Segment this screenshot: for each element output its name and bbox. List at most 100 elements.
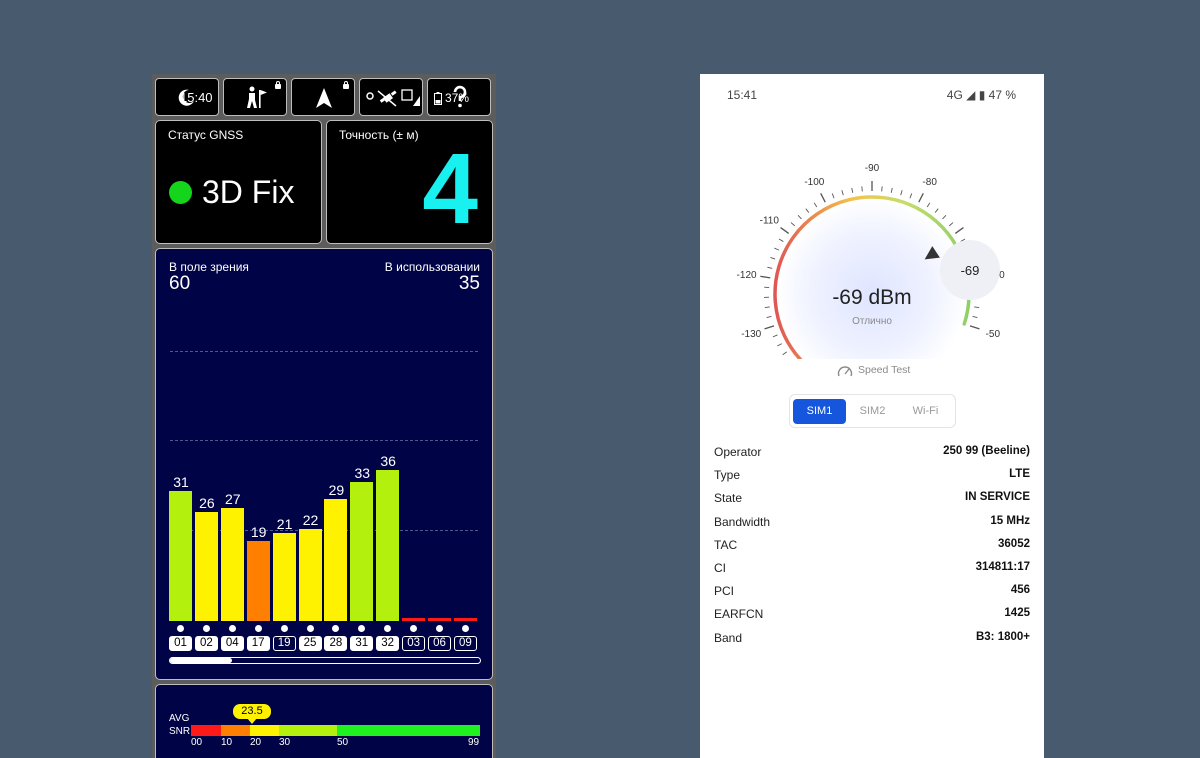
snr-bar bbox=[453, 618, 477, 621]
navigation-button[interactable] bbox=[291, 78, 355, 116]
info-row: Bandwidth 15 MHz bbox=[714, 515, 1030, 533]
satellite-dot bbox=[306, 625, 314, 632]
speedometer-icon bbox=[837, 366, 853, 377]
snr-bar bbox=[428, 618, 451, 621]
snr-bar bbox=[324, 499, 348, 621]
info-key: EARFCN bbox=[714, 607, 764, 622]
satellite-dot bbox=[358, 625, 366, 632]
tab-sim1[interactable]: SIM1 bbox=[793, 399, 846, 424]
snr-bar-label: 31 bbox=[173, 473, 189, 490]
gnss-status-label: Статус GNSS bbox=[168, 128, 244, 142]
snr-scale-orange bbox=[221, 725, 250, 736]
gauge-tick bbox=[805, 208, 810, 213]
battery-icon bbox=[434, 92, 442, 105]
satellite-id[interactable]: 03 bbox=[402, 636, 426, 651]
signal-value: -69 dBm bbox=[832, 286, 911, 309]
gauge-tick bbox=[760, 275, 771, 279]
status-bar-time: 15:41 bbox=[727, 88, 758, 102]
info-value: B3: 1800+ bbox=[975, 630, 1030, 643]
snr-bar bbox=[220, 507, 244, 621]
gauge-tick bbox=[764, 306, 770, 308]
satellite-id[interactable]: 04 bbox=[220, 636, 244, 651]
lock-icon bbox=[343, 81, 349, 89]
signal-quality: Отлично bbox=[852, 316, 892, 327]
satellite-id[interactable]: 06 bbox=[428, 636, 451, 651]
avg-snr-panel[interactable]: AVG SNR 00 10 20 30 50 99 23.5 bbox=[155, 684, 493, 758]
walk-mode-button[interactable] bbox=[223, 78, 287, 116]
satellite-scrollbar[interactable] bbox=[169, 657, 481, 664]
speed-test-link[interactable]: Speed Test bbox=[858, 364, 910, 376]
fix-indicator-dot bbox=[169, 181, 192, 204]
clock-button[interactable]: 15:40 bbox=[155, 78, 219, 116]
info-key: PCI bbox=[714, 584, 735, 599]
gnss-toolbar: 15:40 37% bbox=[155, 78, 493, 116]
sim-tabs: SIM1 SIM2 Wi-Fi bbox=[789, 394, 956, 428]
satellite-dot bbox=[280, 625, 288, 632]
gauge-tick bbox=[948, 222, 954, 227]
accuracy-card[interactable]: Точность (± м) 4 bbox=[326, 120, 493, 244]
satellite-id[interactable]: 25 bbox=[298, 636, 322, 651]
snr-label: SNR bbox=[169, 726, 191, 737]
satellite-dot bbox=[410, 625, 418, 632]
gauge-tick bbox=[969, 325, 980, 330]
info-value: 314811:17 bbox=[975, 561, 1030, 573]
in-use-label: В использовании bbox=[384, 260, 480, 274]
status-bar-indicators: 4G ◢ ▮ 47 % bbox=[946, 88, 1016, 102]
gauge-tick bbox=[934, 208, 939, 213]
satellite-id[interactable]: 17 bbox=[246, 636, 270, 651]
scrollbar-thumb[interactable] bbox=[170, 658, 232, 663]
snr-scale-green bbox=[337, 725, 480, 736]
snr-bar-label: 27 bbox=[225, 490, 241, 507]
snr-bar bbox=[402, 618, 426, 621]
in-view-label: В поле зрения bbox=[169, 260, 249, 274]
satellite-snr-panel[interactable]: В поле зрения 60 В использовании 35 31 01… bbox=[155, 248, 493, 680]
satellite-id[interactable]: 01 bbox=[169, 636, 192, 651]
gauge-scale-label: -110 bbox=[760, 215, 780, 226]
gauge-scale-label: -130 bbox=[741, 329, 761, 340]
info-key: CI bbox=[714, 561, 726, 575]
gauge-badge-value: -69 bbox=[961, 263, 980, 278]
gauge-tick bbox=[974, 306, 980, 308]
tab-sim2[interactable]: SIM2 bbox=[846, 399, 899, 424]
lock-icon bbox=[275, 81, 281, 89]
gauge-tick bbox=[797, 214, 802, 220]
gnss-status-card[interactable]: Статус GNSS 3D Fix bbox=[155, 120, 322, 244]
snr-bar bbox=[169, 490, 192, 621]
snr-bar-label: 22 bbox=[302, 511, 319, 528]
satellite-id[interactable]: 19 bbox=[272, 636, 296, 651]
gauge-tick bbox=[782, 351, 788, 356]
satellite-id[interactable]: 28 bbox=[324, 636, 348, 651]
fix-status-text: 3D Fix bbox=[202, 174, 295, 210]
info-key: TAC bbox=[714, 537, 738, 552]
info-value: 250 99 (Beeline) bbox=[943, 445, 1030, 457]
satellite-id[interactable]: 09 bbox=[453, 636, 477, 651]
signal-app-screen: 15:41 4G ◢ ▮ 47 % -140-130-120-110-100-9… bbox=[700, 74, 1044, 758]
satellite-status-button[interactable] bbox=[359, 78, 423, 116]
satellite-id[interactable]: 02 bbox=[194, 636, 218, 651]
satellite-dot bbox=[332, 625, 340, 632]
hiker-flag-icon bbox=[247, 86, 267, 108]
help-icon bbox=[453, 85, 467, 108]
snr-tick: 10 bbox=[221, 737, 233, 748]
gauge-scale-label: -80 bbox=[922, 177, 937, 188]
satellite-id[interactable]: 32 bbox=[376, 636, 400, 651]
info-value: IN SERVICE bbox=[965, 491, 1030, 504]
gauge-tick bbox=[813, 202, 818, 208]
gauge-tick bbox=[926, 202, 931, 208]
in-use-count: 35 bbox=[458, 273, 480, 294]
gauge-scale-label: -90 bbox=[865, 163, 880, 174]
snr-bar-label: 36 bbox=[380, 452, 396, 469]
snr-tick: 30 bbox=[279, 737, 291, 748]
gauge-tick bbox=[851, 187, 854, 193]
info-row: Operator 250 99 (Beeline) bbox=[714, 445, 1030, 463]
battery-button[interactable]: 37% bbox=[427, 78, 491, 116]
satellite-id[interactable]: 31 bbox=[350, 636, 374, 651]
tab-wifi[interactable]: Wi-Fi bbox=[899, 399, 952, 424]
satellite-dot bbox=[228, 625, 236, 632]
accuracy-label: Точность (± м) bbox=[339, 128, 419, 142]
satellite-dot bbox=[177, 625, 184, 632]
gauge-tick bbox=[790, 222, 796, 227]
gauge-tick bbox=[942, 214, 947, 220]
info-value: 1425 bbox=[1004, 607, 1030, 620]
satellite-dot bbox=[436, 625, 443, 632]
